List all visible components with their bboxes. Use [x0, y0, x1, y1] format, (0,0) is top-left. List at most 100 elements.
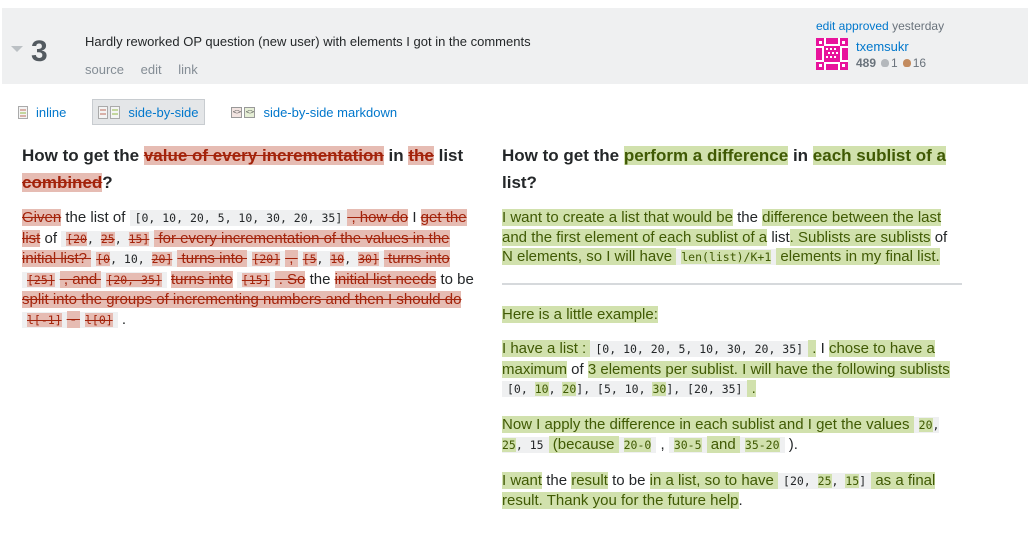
deleted-text: [5 — [302, 252, 317, 266]
unchanged-text: the — [542, 471, 572, 489]
deleted-text: , — [285, 250, 298, 267]
unchanged-text: , 15 — [515, 438, 544, 452]
unchanged-text: , — [656, 436, 669, 453]
code-span: l[-1] — [22, 311, 67, 328]
unchanged-text: , — [932, 417, 940, 432]
unchanged-text: the — [305, 270, 335, 288]
old-question-title: How to get the value of every incrementa… — [22, 142, 482, 196]
deleted-text: 15] — [128, 231, 150, 246]
code-span: [0, 10, 20, 5, 10, 30, 20, 35] — [129, 210, 348, 226]
paragraph: I have a list : [0, 10, 20, 5, 10, 30, 2… — [502, 339, 962, 400]
deleted-text: [15] — [241, 272, 270, 287]
markdown-diff-icon: <> <> — [231, 106, 256, 118]
added-text: Here is a little example: — [502, 305, 658, 323]
unchanged-text: , — [344, 252, 359, 266]
code-span: [5, 10, 30] — [297, 251, 384, 267]
deleted-text: - — [66, 310, 80, 328]
added-text: len(list)/K+1 — [681, 250, 772, 264]
code-span: len(list)/K+1 — [676, 249, 777, 265]
unchanged-text: [0, — [507, 382, 535, 396]
new-revision-pane: How to get the perform a difference in e… — [502, 142, 962, 526]
code-span: [0, 10, 20, 5, 10, 30, 20, 35] — [590, 341, 809, 357]
bronze-badge-icon — [902, 59, 911, 67]
paragraph: Given the list of [0, 10, 20, 5, 10, 30,… — [22, 208, 482, 330]
code-span: 20-0 — [618, 437, 657, 453]
added-text: and — [706, 436, 740, 453]
unchanged-text: I — [408, 209, 421, 226]
user-name-link[interactable]: txemsukr — [856, 39, 909, 54]
new-question-body-intro: I want to create a list that would be th… — [502, 208, 962, 268]
old-revision-pane: How to get the value of every incrementa… — [22, 142, 482, 345]
unchanged-text: the — [732, 209, 763, 226]
deleted-text: [20] — [252, 252, 281, 266]
permalink[interactable]: link — [178, 62, 198, 77]
user-avatar[interactable] — [816, 38, 848, 70]
unchanged-text: [0, 10, 20, 5, 10, 30, 20, 35] — [134, 211, 343, 225]
added-text: 15 — [845, 473, 860, 488]
unchanged-text: How to get the — [502, 146, 624, 165]
code-span: [20, 25, 15] — [778, 472, 872, 489]
unchanged-text: . — [738, 492, 743, 509]
unchanged-text: [20, — [783, 473, 818, 488]
paragraph: Now I apply the difference in each subli… — [502, 415, 962, 456]
added-text: I have a list : — [502, 340, 591, 357]
new-question-body-example: Here is a little example: I have a list :… — [502, 305, 962, 511]
revision-number: 3 — [31, 35, 48, 68]
added-text: 35-20 — [744, 438, 780, 452]
added-text: result — [571, 471, 608, 489]
deleted-text: turns into — [177, 250, 248, 267]
revision-comment: Hardly reworked OP question (new user) w… — [85, 34, 531, 49]
deleted-text: split into the groups of incrementing nu… — [22, 291, 462, 308]
unchanged-text: in — [383, 146, 409, 165]
code-span: [0, 10, 20], [5, 10, 30], [20, 35] — [502, 381, 748, 397]
silver-badge-icon — [881, 59, 890, 67]
added-text: 3 elements per sublist. I will have the … — [587, 360, 950, 378]
deleted-text: [20 — [66, 231, 87, 246]
unchanged-text: list — [433, 146, 464, 165]
old-question-body: Given the list of [0, 10, 20, 5, 10, 30,… — [22, 208, 482, 330]
deleted-text: initial list needs — [334, 270, 437, 288]
deleted-text: [25] — [27, 272, 55, 287]
deleted-text: [0 — [96, 252, 111, 266]
added-text: 30 — [652, 382, 667, 396]
added-text: 25 — [502, 438, 516, 452]
added-text: 10 — [534, 382, 549, 396]
added-text: elements in my final list. — [776, 248, 940, 265]
tab-inline[interactable]: inline — [14, 100, 70, 124]
unchanged-text: the list of — [61, 209, 130, 226]
deleted-text: l[0] — [84, 312, 113, 327]
unchanged-text: I — [816, 340, 829, 357]
code-span: 30-5 — [668, 437, 707, 453]
new-question-title: How to get the perform a difference in e… — [502, 142, 962, 196]
added-text: I want to create a list that would be — [502, 209, 733, 226]
unchanged-text: ? — [102, 173, 113, 192]
tab-side-by-side[interactable]: side-by-side — [92, 99, 206, 125]
paragraph: I want to create a list that would be th… — [502, 208, 962, 268]
edit-approved-link[interactable]: edit approved — [816, 19, 889, 33]
deleted-text: turns into — [383, 250, 450, 267]
deleted-text: the — [408, 146, 434, 165]
code-span: [25] — [22, 271, 60, 288]
tab-inline-label: inline — [36, 104, 67, 120]
code-span: [20] — [247, 251, 286, 267]
source-link[interactable]: source — [85, 62, 124, 77]
added-text: in a list, so to have — [649, 471, 779, 489]
added-text: 20 — [562, 382, 577, 396]
horizontal-rule — [502, 282, 962, 285]
collapse-caret-icon[interactable] — [11, 46, 23, 52]
edit-link[interactable]: edit — [141, 62, 162, 77]
tab-side-by-side-markdown[interactable]: <> <> side-by-side markdown — [227, 100, 401, 124]
paragraph: I want the result to be in a list, so to… — [502, 471, 962, 511]
deleted-text: combined — [22, 173, 103, 192]
unchanged-text: ). — [784, 436, 798, 453]
unchanged-text: , — [114, 231, 129, 246]
deleted-text: Given — [22, 209, 62, 226]
unchanged-text: , — [548, 382, 563, 396]
added-text: perform a difference — [623, 146, 789, 165]
deleted-text: 10 — [330, 252, 345, 266]
side-by-side-icon — [98, 105, 122, 119]
inline-diff-icon — [18, 105, 30, 119]
deleted-text: turns into — [170, 270, 233, 288]
added-text: N elements, so I will have — [502, 248, 677, 265]
unchanged-text: 10, — [624, 382, 653, 396]
